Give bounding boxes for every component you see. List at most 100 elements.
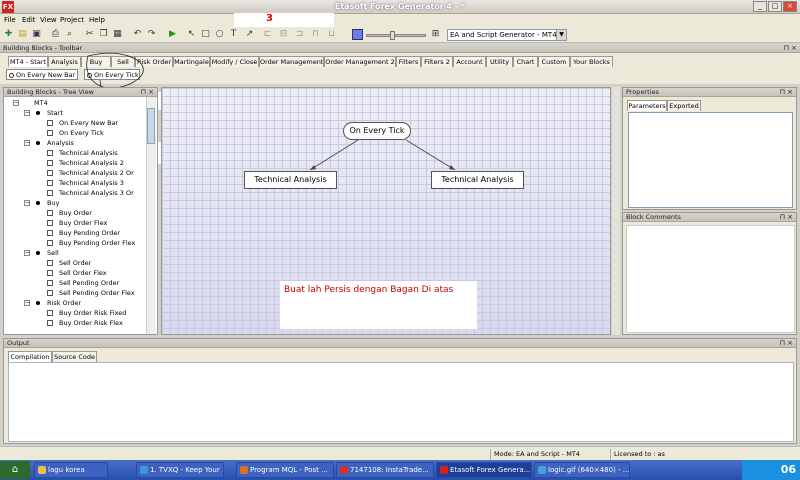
node-technical-analysis-right[interactable]: Technical Analysis (431, 171, 524, 189)
checkbox-icon[interactable] (47, 170, 53, 176)
firefox-icon (240, 466, 248, 474)
task-etasoft[interactable]: Etasoft Forex Genera... (436, 462, 532, 478)
tree-group-buy[interactable]: Buy (47, 199, 59, 208)
pin-icon[interactable]: ⊓ × (140, 88, 154, 97)
pin-icon[interactable]: ⊓ × (779, 213, 793, 222)
task-label: logic.gif (640×480) - ... (548, 466, 630, 474)
block-comments-panel: Block Comments ⊓ × (622, 212, 797, 335)
tree-item[interactable]: Buy Pending Order (59, 229, 120, 238)
tree-item[interactable]: Sell Order Flex (59, 269, 107, 278)
fx-icon (440, 466, 448, 474)
pin-icon[interactable]: ⊓ × (779, 88, 793, 97)
task-program-mql[interactable]: Program MQL - Post ... (236, 462, 334, 478)
media-icon (140, 466, 148, 474)
task-label: Program MQL - Post ... (250, 466, 328, 474)
folder-icon (38, 466, 46, 474)
image-icon (538, 466, 546, 474)
checkbox-icon[interactable] (47, 280, 53, 286)
task-label: 1. TVXQ - Keep Your ... (150, 466, 224, 474)
tree-item[interactable]: Technical Analysis 3 (59, 179, 124, 188)
task-label: Etasoft Forex Genera... (450, 466, 531, 474)
collapse-toggle-icon[interactable]: − (24, 250, 30, 256)
pin-icon[interactable]: ⊓ × (779, 339, 793, 348)
checkbox-icon[interactable] (47, 290, 53, 296)
checkbox-icon[interactable] (47, 240, 53, 246)
comments-textarea[interactable] (626, 225, 795, 333)
canvas-scrollbar[interactable] (612, 87, 620, 335)
checkbox-icon[interactable] (47, 220, 53, 226)
tree-item[interactable]: Sell Pending Order (59, 279, 119, 288)
tree-item[interactable]: Buy Order Flex (59, 219, 107, 228)
task-lagu-korea[interactable]: lagu korea (34, 462, 108, 478)
panel-title: Block Comments (626, 213, 681, 221)
tree-item[interactable]: Sell Order (59, 259, 91, 268)
tree-item[interactable]: Buy Order Risk Fixed (59, 309, 126, 318)
output-panel: Output ⊓ × Compilation Source Code (3, 338, 797, 444)
instruction-note: Buat lah Persis dengan Bagan Di atas (280, 281, 477, 329)
tree-root-label: MT4 (34, 99, 48, 107)
panel-title: Building Blocks - Tree View (7, 88, 94, 96)
collapse-toggle-icon[interactable]: − (24, 140, 30, 146)
status-license: Licensed to : as (610, 449, 795, 460)
tree-item[interactable]: Technical Analysis 2 Or (59, 169, 134, 178)
tree-group-sell[interactable]: Sell (47, 249, 59, 258)
tree-item[interactable]: On Every New Bar (59, 119, 118, 128)
tree-item[interactable]: On Every Tick (59, 129, 104, 138)
checkbox-icon[interactable] (47, 120, 53, 126)
bullet-icon (36, 111, 40, 115)
checkbox-icon[interactable] (47, 150, 53, 156)
node-technical-analysis-left[interactable]: Technical Analysis (244, 171, 337, 189)
checkbox-icon[interactable] (47, 160, 53, 166)
checkbox-icon[interactable] (47, 260, 53, 266)
status-bar: Mode: EA and Script - MT4 Licensed to : … (0, 446, 800, 460)
start-button[interactable]: ⌂ (0, 461, 30, 479)
tab-source-code[interactable]: Source Code (52, 351, 97, 362)
panel-header: Block Comments ⊓ × (623, 213, 796, 222)
panel-header: Properties ⊓ × (623, 88, 796, 97)
tree-item[interactable]: Buy Order (59, 209, 92, 218)
collapse-toggle-icon[interactable]: − (24, 110, 30, 116)
app-icon (340, 466, 348, 474)
tree-item[interactable]: Buy Order Risk Flex (59, 319, 123, 328)
bullet-icon (36, 201, 40, 205)
tree-item[interactable]: Technical Analysis 2 (59, 159, 124, 168)
panel-title: Output (7, 339, 30, 347)
checkbox-icon[interactable] (47, 310, 53, 316)
tree-scroll-thumb[interactable] (147, 108, 155, 144)
bullet-icon (36, 251, 40, 255)
checkbox-icon[interactable] (47, 230, 53, 236)
system-clock: 06 (742, 460, 800, 480)
task-logic-gif[interactable]: logic.gif (640×480) - ... (534, 462, 630, 478)
checkbox-icon[interactable] (47, 190, 53, 196)
task-tvxq[interactable]: 1. TVXQ - Keep Your ... (136, 462, 224, 478)
tree-item[interactable]: Technical Analysis (59, 149, 118, 158)
tree-group-start[interactable]: Start (47, 109, 63, 118)
tree-view-panel: Building Blocks - Tree View ⊓ × − MT4− Sta… (3, 87, 158, 335)
checkbox-icon[interactable] (47, 180, 53, 186)
checkbox-icon[interactable] (47, 270, 53, 276)
output-text[interactable] (8, 362, 794, 442)
collapse-toggle-icon[interactable]: − (24, 200, 30, 206)
tab-parameters[interactable]: Parameters (627, 100, 667, 111)
task-label: lagu korea (48, 466, 85, 474)
tree-group-analysis[interactable]: Analysis (47, 139, 74, 148)
tree-group-risk-order[interactable]: Risk Order (47, 299, 81, 308)
checkbox-icon[interactable] (47, 130, 53, 136)
tab-exported[interactable]: Exported (667, 100, 701, 111)
block-tree: − MT4− Start On Every New Bar On Every Tick −… (4, 98, 147, 335)
panel-header: Building Blocks - Tree View ⊓ × (4, 88, 157, 97)
panel-header: Output ⊓ × (4, 339, 796, 348)
tree-item[interactable]: Sell Pending Order Flex (59, 289, 135, 298)
tab-compilation[interactable]: Compilation (8, 351, 52, 362)
collapse-toggle-icon[interactable]: − (13, 100, 19, 106)
task-instatrade[interactable]: 7147108: InstaTrade... (336, 462, 434, 478)
properties-grid (628, 112, 793, 208)
tree-item[interactable]: Buy Pending Order Flex (59, 239, 135, 248)
collapse-toggle-icon[interactable]: − (24, 300, 30, 306)
properties-panel: Properties ⊓ × Parameters Exported (622, 87, 797, 210)
checkbox-icon[interactable] (47, 320, 53, 326)
panel-title: Properties (626, 88, 659, 96)
tree-item[interactable]: Technical Analysis 3 Or (59, 189, 134, 198)
checkbox-icon[interactable] (47, 210, 53, 216)
node-on-every-tick[interactable]: On Every Tick (343, 122, 411, 140)
